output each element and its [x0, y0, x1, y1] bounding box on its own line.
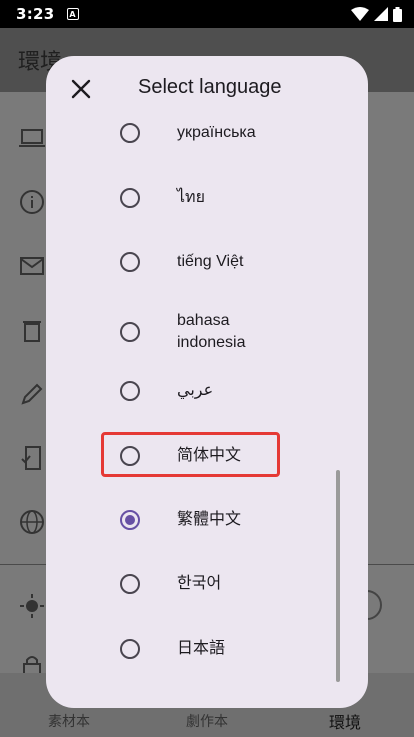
close-button[interactable]: [66, 74, 96, 104]
edit-icon: [21, 383, 43, 405]
bg-nav-item-materials: 素材本: [48, 714, 90, 730]
language-option-traditional-chinese[interactable]: 繁體中文: [102, 497, 332, 543]
radio-button[interactable]: [120, 252, 140, 272]
battery-icon: [393, 6, 402, 22]
language-label: tiếng Việt: [177, 253, 244, 270]
status-icons: [351, 6, 402, 22]
language-label: 简体中文: [177, 447, 242, 464]
language-label: bahasa indonesia: [177, 312, 246, 351]
language-option-korean[interactable]: 한국어: [102, 561, 332, 607]
radio-button-selected[interactable]: [120, 510, 140, 530]
language-label: 한국어: [177, 575, 222, 592]
laptop-icon: [19, 129, 45, 147]
status-bar: 3:23 A: [0, 0, 414, 28]
language-option-japanese[interactable]: 日本語: [102, 626, 332, 672]
language-label: عربي: [177, 382, 214, 399]
language-option-vietnamese[interactable]: tiếng Việt: [102, 239, 332, 285]
language-option-ukrainian[interactable]: українська: [102, 122, 332, 156]
radio-button[interactable]: [120, 446, 140, 466]
language-label: ไทย: [177, 189, 205, 206]
radio-button[interactable]: [120, 188, 140, 208]
phone-check-icon: [21, 446, 41, 470]
language-label: 繁體中文: [177, 511, 242, 528]
mail-icon: [20, 257, 44, 275]
radio-button[interactable]: [120, 574, 140, 594]
notification-icon: A: [66, 8, 79, 20]
language-option-thai[interactable]: ไทย: [102, 175, 332, 221]
brightness-icon: [20, 594, 44, 618]
language-list[interactable]: українська ไทย tiếng Việt bahasa indones…: [46, 122, 368, 692]
delete-icon: [23, 321, 41, 342]
dialog-header: Select language: [46, 56, 368, 122]
language-option-simplified-chinese[interactable]: 简体中文: [102, 433, 332, 479]
wifi-icon: [351, 7, 369, 21]
radio-button[interactable]: [120, 123, 140, 143]
language-option-indonesian[interactable]: bahasa indonesia: [102, 304, 332, 360]
close-icon: [71, 79, 91, 99]
radio-button[interactable]: [120, 322, 140, 342]
signal-icon: [374, 7, 388, 21]
radio-button[interactable]: [120, 381, 140, 401]
bg-nav-item-environment: 環境: [329, 713, 362, 732]
dialog-title: Select language: [138, 76, 282, 98]
language-label: українська: [177, 124, 256, 141]
language-option-arabic[interactable]: عربي: [102, 368, 332, 414]
globe-icon: [20, 510, 44, 534]
status-time: 3:23: [16, 5, 55, 23]
language-dialog: Select language українська ไทย tiếng Việ…: [46, 56, 368, 708]
info-icon: [20, 190, 44, 214]
list-scrollbar[interactable]: [336, 470, 340, 682]
radio-button[interactable]: [120, 639, 140, 659]
language-label: 日本語: [177, 640, 226, 657]
bg-nav-item-scripts: 劇作本: [186, 714, 228, 730]
